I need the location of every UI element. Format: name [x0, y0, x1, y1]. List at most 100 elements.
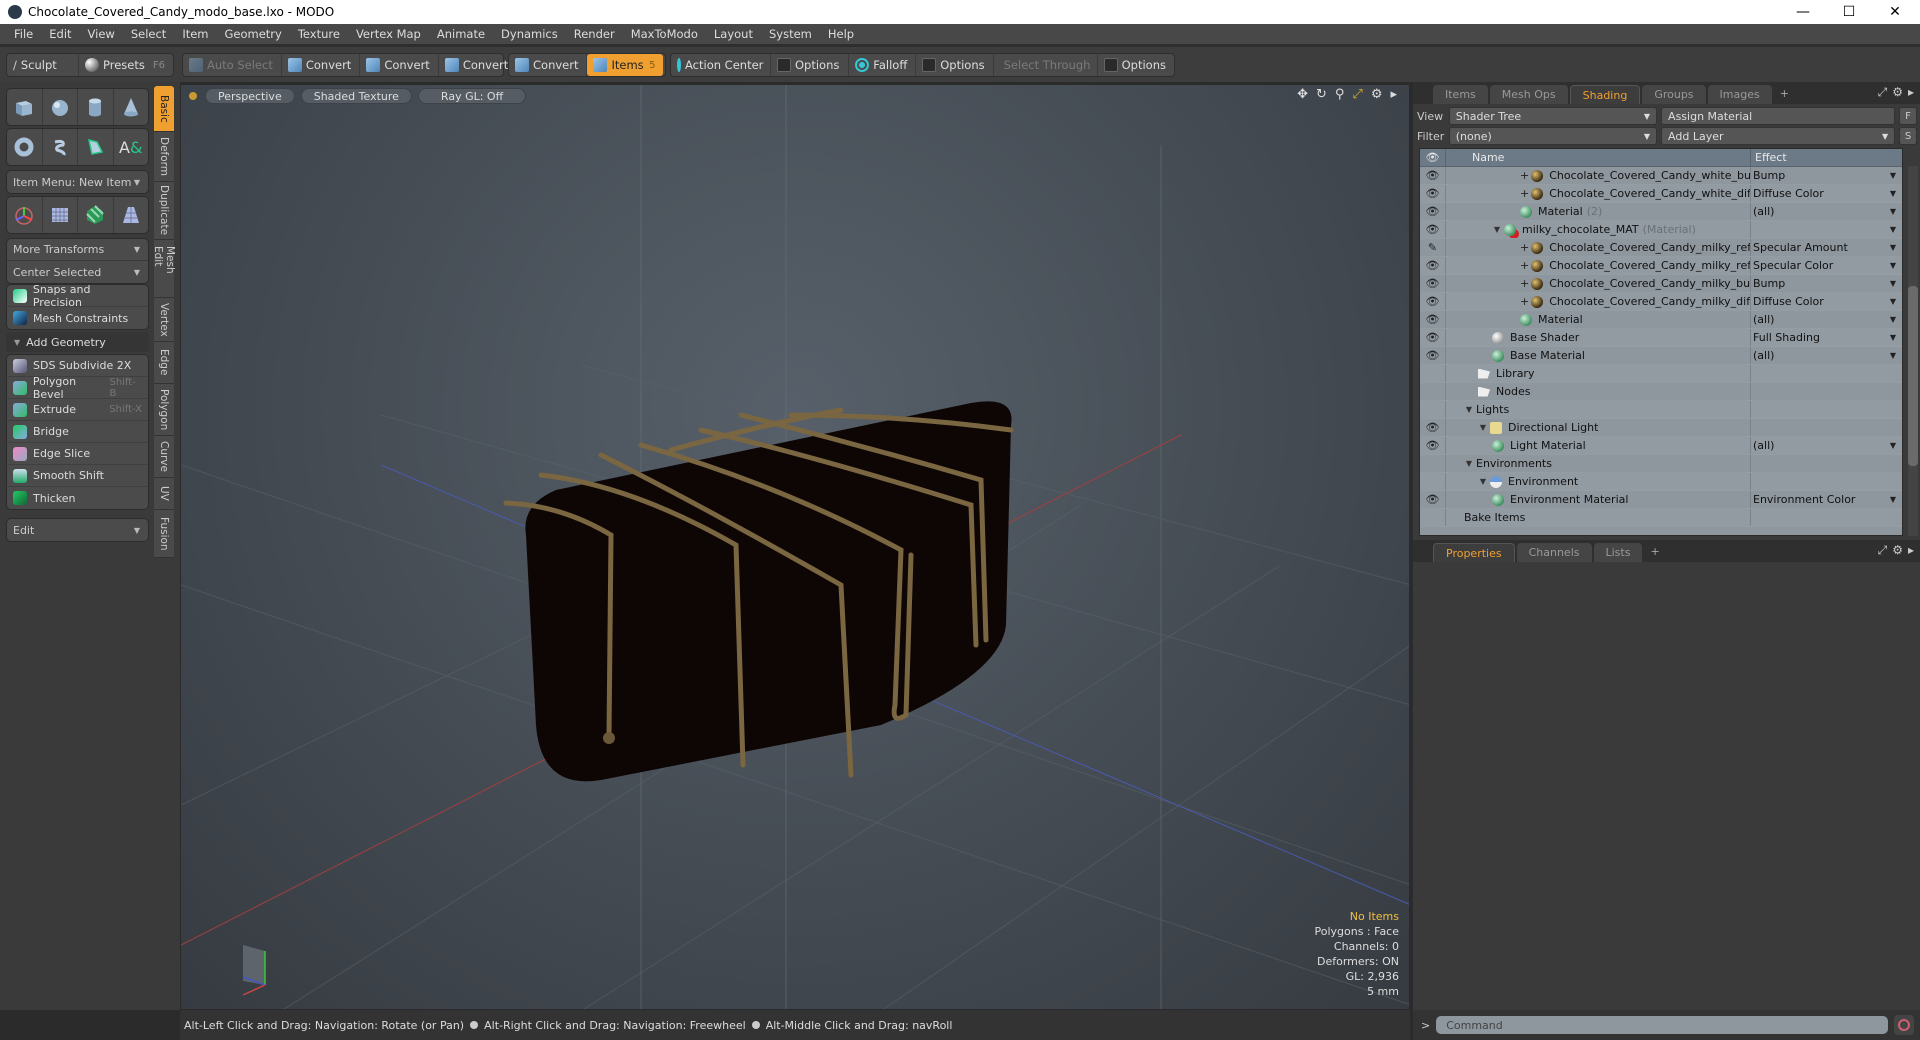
chevron-down-icon[interactable]: ▼: [1890, 315, 1896, 324]
tree-row[interactable]: 👁 Material (all) ▼: [1420, 311, 1902, 329]
vtab-edge[interactable]: Edge: [154, 342, 174, 384]
visibility-eye-icon[interactable]: 👁: [1420, 293, 1446, 310]
chevron-down-icon[interactable]: ▼: [1890, 225, 1896, 234]
expand-twirl-icon[interactable]: ▼: [1492, 225, 1502, 234]
menu-dynamics[interactable]: Dynamics: [493, 27, 566, 41]
chevron-down-icon[interactable]: ▼: [1890, 243, 1896, 252]
expand-twirl-icon[interactable]: ▼: [1464, 459, 1474, 468]
panel-menu-arrow-icon[interactable]: ▸: [1908, 543, 1914, 558]
menu-animate[interactable]: Animate: [429, 27, 493, 41]
sphere-tool[interactable]: [43, 89, 78, 125]
3d-viewport[interactable]: Perspective Shaded Texture Ray GL: Off ✥…: [180, 84, 1410, 1010]
visibility-eye-icon[interactable]: 👁: [1420, 329, 1446, 346]
tree-item-effect[interactable]: Full Shading ▼: [1751, 329, 1902, 346]
chevron-down-icon[interactable]: ▼: [1890, 495, 1896, 504]
chevron-down-icon[interactable]: ▼: [1890, 171, 1896, 180]
tree-item-effect[interactable]: (all) ▼: [1751, 203, 1902, 220]
expand-twirl-icon[interactable]: ▼: [1478, 423, 1488, 432]
expand-twirl-icon[interactable]: ▼: [1464, 405, 1474, 414]
tree-row[interactable]: Library: [1420, 365, 1902, 383]
tree-row[interactable]: ▼ Environment: [1420, 473, 1902, 491]
chevron-down-icon[interactable]: ▼: [1890, 351, 1896, 360]
visibility-eye-icon[interactable]: 👁: [1420, 437, 1446, 454]
menu-edit[interactable]: Edit: [41, 27, 79, 41]
tree-item-effect[interactable]: Bump ▼: [1751, 167, 1902, 184]
visibility-eye-icon[interactable]: 👁: [1420, 347, 1446, 364]
expand-twirl-icon[interactable]: ▼: [1478, 477, 1488, 486]
action-center-button[interactable]: Action Center: [671, 54, 771, 76]
mesh-constraints-button[interactable]: Mesh Constraints: [7, 307, 148, 329]
expand-plus-icon[interactable]: +: [1520, 169, 1529, 182]
pan-move-icon[interactable]: ✥: [1297, 87, 1308, 102]
shading-mode-button[interactable]: Shaded Texture: [300, 88, 412, 104]
expand-plus-icon[interactable]: +: [1520, 277, 1529, 290]
tree-item-effect[interactable]: (all) ▼: [1751, 347, 1902, 364]
spiral-tool[interactable]: [43, 129, 78, 165]
vtab-duplicate[interactable]: Duplicate: [154, 182, 174, 240]
scrollbar-thumb[interactable]: [1908, 286, 1918, 466]
falloff-button[interactable]: Falloff: [849, 54, 917, 76]
select-through-options-button[interactable]: Options: [1098, 54, 1174, 76]
visibility-eye-icon[interactable]: 👁: [1420, 203, 1446, 220]
view-select[interactable]: Shader Tree ▼: [1448, 107, 1658, 125]
vtab-basic[interactable]: Basic: [154, 86, 174, 132]
tree-row[interactable]: ▼ Lights: [1420, 401, 1902, 419]
chevron-down-icon[interactable]: ▼: [1890, 189, 1896, 198]
tree-row[interactable]: 👁 ▼ Directional Light: [1420, 419, 1902, 437]
maximize-viewport-icon[interactable]: ⤢: [1352, 87, 1362, 102]
tree-item-effect[interactable]: (all) ▼: [1751, 437, 1902, 454]
vtab-curve[interactable]: Curve: [154, 436, 174, 478]
f-button[interactable]: F: [1899, 107, 1917, 125]
transform-tool[interactable]: [7, 197, 43, 233]
tree-item-effect[interactable]: Diffuse Color ▼: [1751, 185, 1902, 202]
viewport-menu-dot-icon[interactable]: [189, 92, 197, 100]
tree-item-effect[interactable]: ▼: [1751, 221, 1902, 238]
add-geometry-header[interactable]: ▼ Add Geometry: [6, 332, 149, 352]
add-tab-icon[interactable]: +: [1644, 545, 1665, 558]
menu-file[interactable]: File: [6, 27, 41, 41]
menu-texture[interactable]: Texture: [290, 27, 348, 41]
command-input[interactable]: Command: [1436, 1016, 1889, 1034]
visibility-eye-icon[interactable]: 👁: [1420, 419, 1446, 436]
convert-edges-button[interactable]: Convert: [360, 54, 439, 76]
assign-material-button[interactable]: Assign Material: [1661, 107, 1896, 125]
expand-panel-icon[interactable]: ⤢: [1878, 543, 1888, 558]
tab-items[interactable]: Items: [1433, 85, 1488, 104]
tree-row[interactable]: 👁 Environment Material Environment Color ▼: [1420, 491, 1902, 509]
tab-lists[interactable]: Lists: [1593, 543, 1643, 562]
item-menu-dropdown[interactable]: Item Menu: New Item ▼: [7, 171, 148, 193]
torus-tool[interactable]: [7, 129, 43, 165]
s-button[interactable]: S: [1899, 127, 1917, 145]
chevron-down-icon[interactable]: ▼: [1890, 441, 1896, 450]
visibility-eye-icon[interactable]: 👁: [1420, 311, 1446, 328]
text-tool[interactable]: A&: [114, 129, 149, 165]
gear-icon[interactable]: ⚙: [1892, 543, 1903, 558]
tree-item-effect[interactable]: Bump ▼: [1751, 275, 1902, 292]
bridge-button[interactable]: Bridge: [7, 421, 148, 443]
add-layer-select[interactable]: Add Layer ▼: [1661, 127, 1896, 145]
items-mode-button[interactable]: Items 5: [587, 54, 664, 76]
visibility-eye-icon[interactable]: 👁: [1420, 185, 1446, 202]
add-tab-icon[interactable]: +: [1774, 87, 1795, 100]
convert-items-button[interactable]: Convert: [509, 54, 588, 76]
view-perspective-button[interactable]: Perspective: [205, 88, 295, 104]
vtab-uv[interactable]: UV: [154, 478, 174, 510]
vtab-deform[interactable]: Deform: [154, 132, 174, 182]
gear-icon[interactable]: ⚙: [1892, 85, 1903, 100]
sculpt-button[interactable]: ∕ Sculpt: [7, 54, 80, 76]
tree-row[interactable]: 👁 Base Shader Full Shading ▼: [1420, 329, 1902, 347]
tree-item-effect[interactable]: Environment Color ▼: [1751, 491, 1902, 508]
close-button[interactable]: ✕: [1872, 0, 1918, 24]
tree-item-effect[interactable]: Specular Color ▼: [1751, 257, 1902, 274]
chevron-down-icon[interactable]: ▼: [1890, 261, 1896, 270]
tree-row[interactable]: Nodes: [1420, 383, 1902, 401]
vtab-fusion[interactable]: Fusion: [154, 510, 174, 558]
menu-layout[interactable]: Layout: [706, 27, 761, 41]
convert-vertices-button[interactable]: Convert: [282, 54, 361, 76]
convert-polygons-button[interactable]: Convert: [439, 54, 516, 76]
cylinder-tool[interactable]: [78, 89, 114, 125]
smooth-shift-button[interactable]: Smooth Shift: [7, 465, 148, 487]
maximize-button[interactable]: ☐: [1826, 0, 1872, 24]
tree-row[interactable]: 👁 Light Material (all) ▼: [1420, 437, 1902, 455]
edge-slice-button[interactable]: Edge Slice: [7, 443, 148, 465]
